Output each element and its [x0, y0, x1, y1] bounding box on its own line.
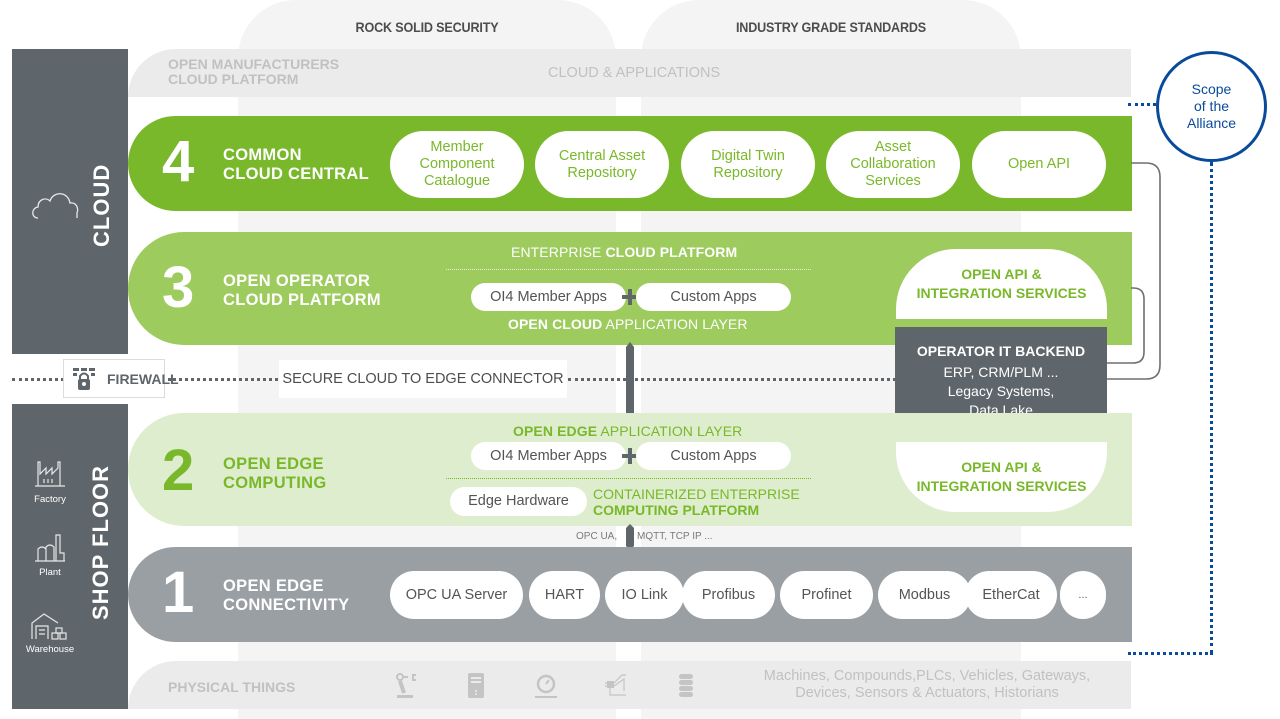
pill-io-link[interactable]: IO Link [605, 571, 684, 619]
open-edge-application-layer-label: OPEN EDGE APPLICATION LAYER [513, 423, 743, 439]
warehouse-icon [31, 613, 67, 640]
pill-modbus[interactable]: Modbus [878, 571, 971, 619]
scope-vertical-dotted-line [1210, 162, 1213, 654]
cloud-icon [32, 193, 79, 219]
robot-arm-icon [396, 673, 416, 698]
scope-of-alliance-badge[interactable]: Scope of the Alliance [1156, 51, 1267, 162]
standards-column-title: INDUSTRY GRADE STANDARDS [735, 19, 927, 35]
layer-2-title: OPEN EDGE COMPUTING [223, 455, 327, 492]
pill-ethercat[interactable]: EtherCat [965, 571, 1057, 619]
pill-hart[interactable]: HART [529, 571, 600, 619]
factory-label: Factory [34, 494, 66, 505]
scope-top-dotted-line [1128, 103, 1156, 106]
pill-member-component-catalogue[interactable]: Member Component Catalogue [390, 131, 524, 198]
firewall-lock-icon [73, 368, 95, 390]
open-cloud-application-layer-label: OPEN CLOUD APPLICATION LAYER [508, 316, 748, 332]
protocols-right-label: MQTT, TCP IP ... [637, 531, 713, 542]
firewall-dotted-line-right [568, 378, 896, 381]
plant-label: Plant [39, 567, 61, 578]
l2-custom-apps[interactable]: Custom Apps [636, 442, 791, 470]
firewall-dotted-line-mid [168, 378, 278, 381]
layer-4-number: 4 [162, 129, 195, 194]
server-icon [468, 673, 484, 698]
backend-connector-lines [1107, 162, 1161, 380]
pill-more[interactable]: ... [1060, 571, 1106, 619]
pill-digital-twin-repository[interactable]: Digital Twin Repository [681, 131, 815, 198]
l3-custom-apps[interactable]: Custom Apps [636, 283, 791, 311]
pill-open-api[interactable]: Open API [972, 131, 1106, 198]
protocols-left-label: OPC UA, [576, 531, 618, 542]
layer-2-number: 2 [162, 438, 195, 503]
circuit-chip-icon [605, 674, 626, 696]
manufacturers-label: OPEN MANUFACTURERS CLOUD PLATFORM [168, 56, 340, 87]
firewall-box: FIREWALL [63, 359, 179, 398]
l3-open-api-integration-services[interactable]: OPEN API & INTEGRATION SERVICES [896, 249, 1107, 319]
cloud-applications-label: CLOUD & APPLICATIONS [548, 65, 721, 81]
pill-profibus[interactable]: Profibus [682, 571, 775, 619]
containerized-platform-label: CONTAINERIZED ENTERPRISE COMPUTING PLATF… [593, 486, 800, 518]
layer-1-title: OPEN EDGE CONNECTIVITY [223, 577, 350, 614]
pill-asset-collaboration-services[interactable]: Asset Collaboration Services [826, 131, 960, 198]
layer-3-title: OPEN OPERATOR CLOUD PLATFORM [223, 272, 381, 309]
backend-title: OPERATOR IT BACKEND [916, 343, 1086, 359]
factory-icon [35, 461, 65, 487]
physical-things-label: PHYSICAL THINGS [168, 679, 296, 695]
layer-2-divider [446, 478, 811, 479]
layer-4-title: COMMON CLOUD CENTRAL [223, 146, 369, 183]
l2-open-api-integration-services[interactable]: OPEN API & INTEGRATION SERVICES [896, 442, 1107, 512]
firewall-dotted-line-left [12, 378, 64, 381]
plant-icon [35, 534, 65, 562]
cloud-section-label: CLOUD [89, 163, 114, 247]
edge-hardware[interactable]: Edge Hardware [450, 487, 587, 516]
physical-things-description: Machines, Compounds,PLCs, Vehicles, Gate… [763, 668, 1091, 701]
pill-central-asset-repository[interactable]: Central Asset Repository [535, 131, 669, 198]
security-column-title: ROCK SOLID SECURITY [355, 19, 499, 35]
warehouse-label: Warehouse [25, 644, 75, 655]
layer-3-divider [446, 269, 811, 270]
layer-1-number: 1 [162, 560, 195, 625]
shopfloor-section-label: SHOP FLOOR [88, 464, 113, 620]
sensor-gauge-icon [535, 674, 557, 698]
secure-cloud-edge-connector: SECURE CLOUD TO EDGE CONNECTOR [279, 360, 567, 398]
database-icon [679, 674, 693, 697]
pill-opc-ua-server[interactable]: OPC UA Server [390, 571, 523, 619]
enterprise-cloud-platform-label: ENTERPRISE CLOUD PLATFORM [511, 244, 738, 260]
layer-3-number: 3 [162, 255, 195, 320]
l2-oi4-member-apps[interactable]: OI4 Member Apps [471, 442, 626, 470]
scope-bottom-dotted-line [1128, 652, 1213, 655]
pill-profinet[interactable]: Profinet [780, 571, 873, 619]
l3-oi4-member-apps[interactable]: OI4 Member Apps [471, 283, 626, 311]
